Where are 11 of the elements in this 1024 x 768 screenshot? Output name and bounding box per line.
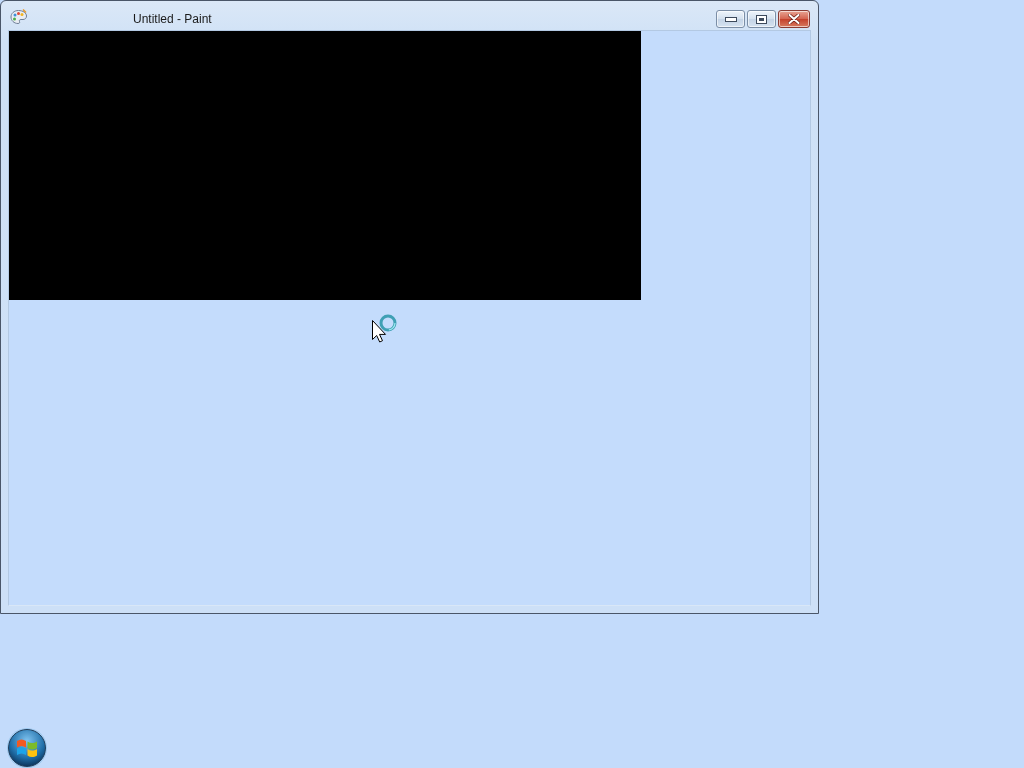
close-button[interactable] xyxy=(778,10,810,28)
window-title: Untitled - Paint xyxy=(133,12,212,26)
minimize-icon xyxy=(724,16,737,22)
palette-icon xyxy=(10,9,27,25)
minimize-button[interactable] xyxy=(716,10,745,28)
start-button[interactable] xyxy=(8,729,46,767)
close-icon xyxy=(788,14,800,24)
busy-cursor-icon xyxy=(371,313,398,343)
maximize-button[interactable] xyxy=(747,10,776,28)
maximize-icon xyxy=(756,14,767,24)
windows-logo-icon xyxy=(16,738,38,758)
